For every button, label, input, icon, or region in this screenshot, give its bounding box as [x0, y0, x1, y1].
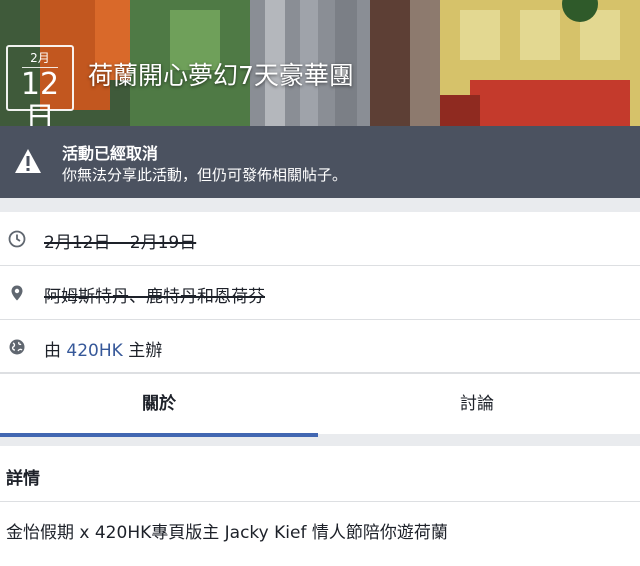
- banner-message: 你無法分享此活動，但仍可發佈相關帖子。: [62, 166, 348, 184]
- clock-icon: [8, 230, 26, 248]
- event-day: 12日: [20, 67, 60, 127]
- banner-title: 活動已經取消: [62, 144, 159, 163]
- tab-about[interactable]: 關於: [0, 373, 318, 435]
- event-cover-photo: 2月 12日 荷蘭開心夢幻7天豪華團: [0, 0, 640, 126]
- details-heading: 詳情: [6, 469, 40, 489]
- active-tab-indicator: [0, 433, 318, 437]
- event-details-card: 詳情 金怡假期 x 420HK專頁版主 Jacky Kief 情人節陪你遊荷蘭: [0, 446, 640, 566]
- tab-discussion[interactable]: 討論: [318, 373, 636, 435]
- event-dates: 2月12日 – 2月19日: [44, 233, 197, 253]
- event-cancelled-banner: 活動已經取消 你無法分享此活動，但仍可發佈相關帖子。: [0, 126, 640, 198]
- host-link[interactable]: 420HK: [66, 341, 122, 361]
- event-location-row[interactable]: 阿姆斯特丹、鹿特丹和恩荷芬: [0, 266, 640, 320]
- details-description: 金怡假期 x 420HK專頁版主 Jacky Kief 情人節陪你遊荷蘭: [6, 523, 448, 543]
- event-host-row: 由 420HK 主辦: [0, 320, 640, 374]
- event-host: 由 420HK 主辦: [44, 336, 162, 361]
- event-month: 2月: [22, 51, 58, 68]
- event-info-card: 2月12日 – 2月19日 阿姆斯特丹、鹿特丹和恩荷芬 由 420HK 主辦 關…: [0, 212, 640, 437]
- event-location: 阿姆斯特丹、鹿特丹和恩荷芬: [44, 287, 265, 307]
- warning-icon: [15, 149, 41, 173]
- location-pin-icon: [11, 285, 23, 301]
- host-suffix: 主辦: [128, 341, 163, 361]
- host-prefix: 由: [44, 341, 61, 361]
- details-divider: [0, 501, 640, 502]
- event-date-row: 2月12日 – 2月19日: [0, 212, 640, 266]
- event-title: 荷蘭開心夢幻7天豪華團: [88, 61, 354, 90]
- globe-icon: [9, 339, 25, 355]
- event-tabs: 關於 討論: [0, 372, 640, 437]
- event-date-badge: 2月 12日: [6, 45, 74, 126]
